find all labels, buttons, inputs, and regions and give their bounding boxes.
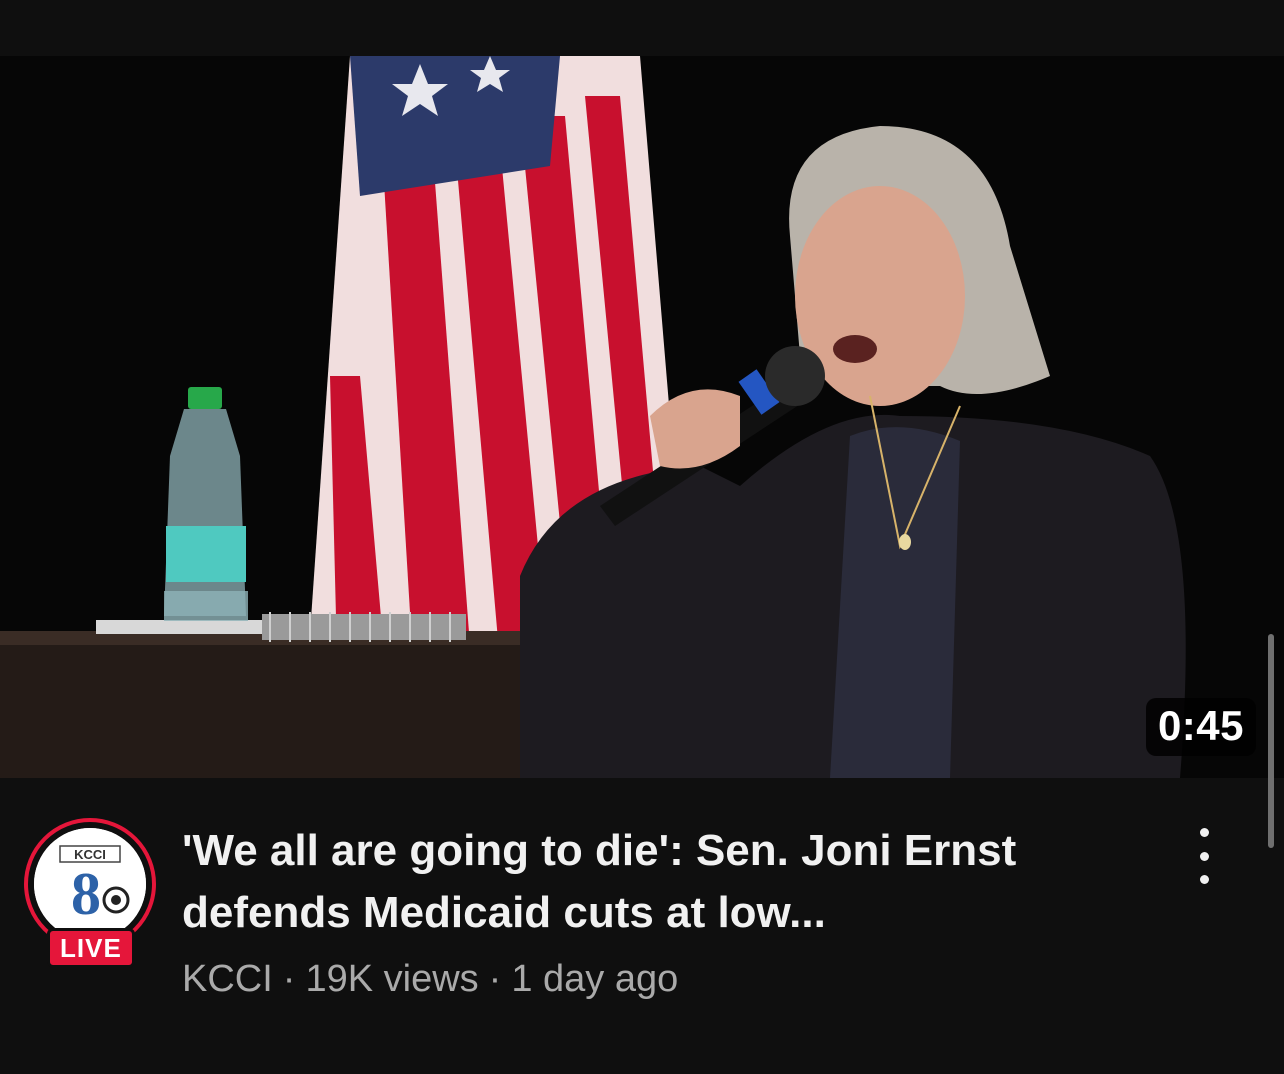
menu-dot — [1199, 875, 1209, 884]
menu-dot — [1199, 828, 1209, 837]
separator: · — [488, 958, 502, 1000]
view-count: 19K views — [305, 958, 479, 1000]
live-badge: LIVE — [47, 928, 135, 968]
video-feed-item[interactable]: 0:45 KCCI 8 LIVE 'We all are going to di… — [0, 0, 1284, 1074]
upload-age: 1 day ago — [511, 958, 679, 1000]
video-title[interactable]: 'We all are going to die': Sen. Joni Ern… — [182, 820, 1142, 944]
separator: · — [282, 958, 296, 1000]
video-thumbnail[interactable]: 0:45 — [0, 56, 1284, 778]
logo-text: KCCI — [74, 847, 106, 862]
more-vert-icon[interactable] — [1184, 828, 1224, 884]
channel-name[interactable]: KCCI — [182, 958, 273, 1000]
thumbnail-image — [0, 56, 1284, 778]
menu-dot — [1199, 851, 1209, 861]
kcci-logo: KCCI 8 — [34, 828, 146, 940]
duration-badge: 0:45 — [1145, 698, 1256, 756]
video-metadata: KCCI · 19K views · 1 day ago — [182, 958, 678, 1001]
channel-avatar[interactable]: KCCI 8 LIVE — [24, 818, 156, 968]
logo-number: 8 — [71, 861, 101, 927]
video-meta: KCCI 8 LIVE 'We all are going to die': S… — [0, 800, 1284, 1060]
